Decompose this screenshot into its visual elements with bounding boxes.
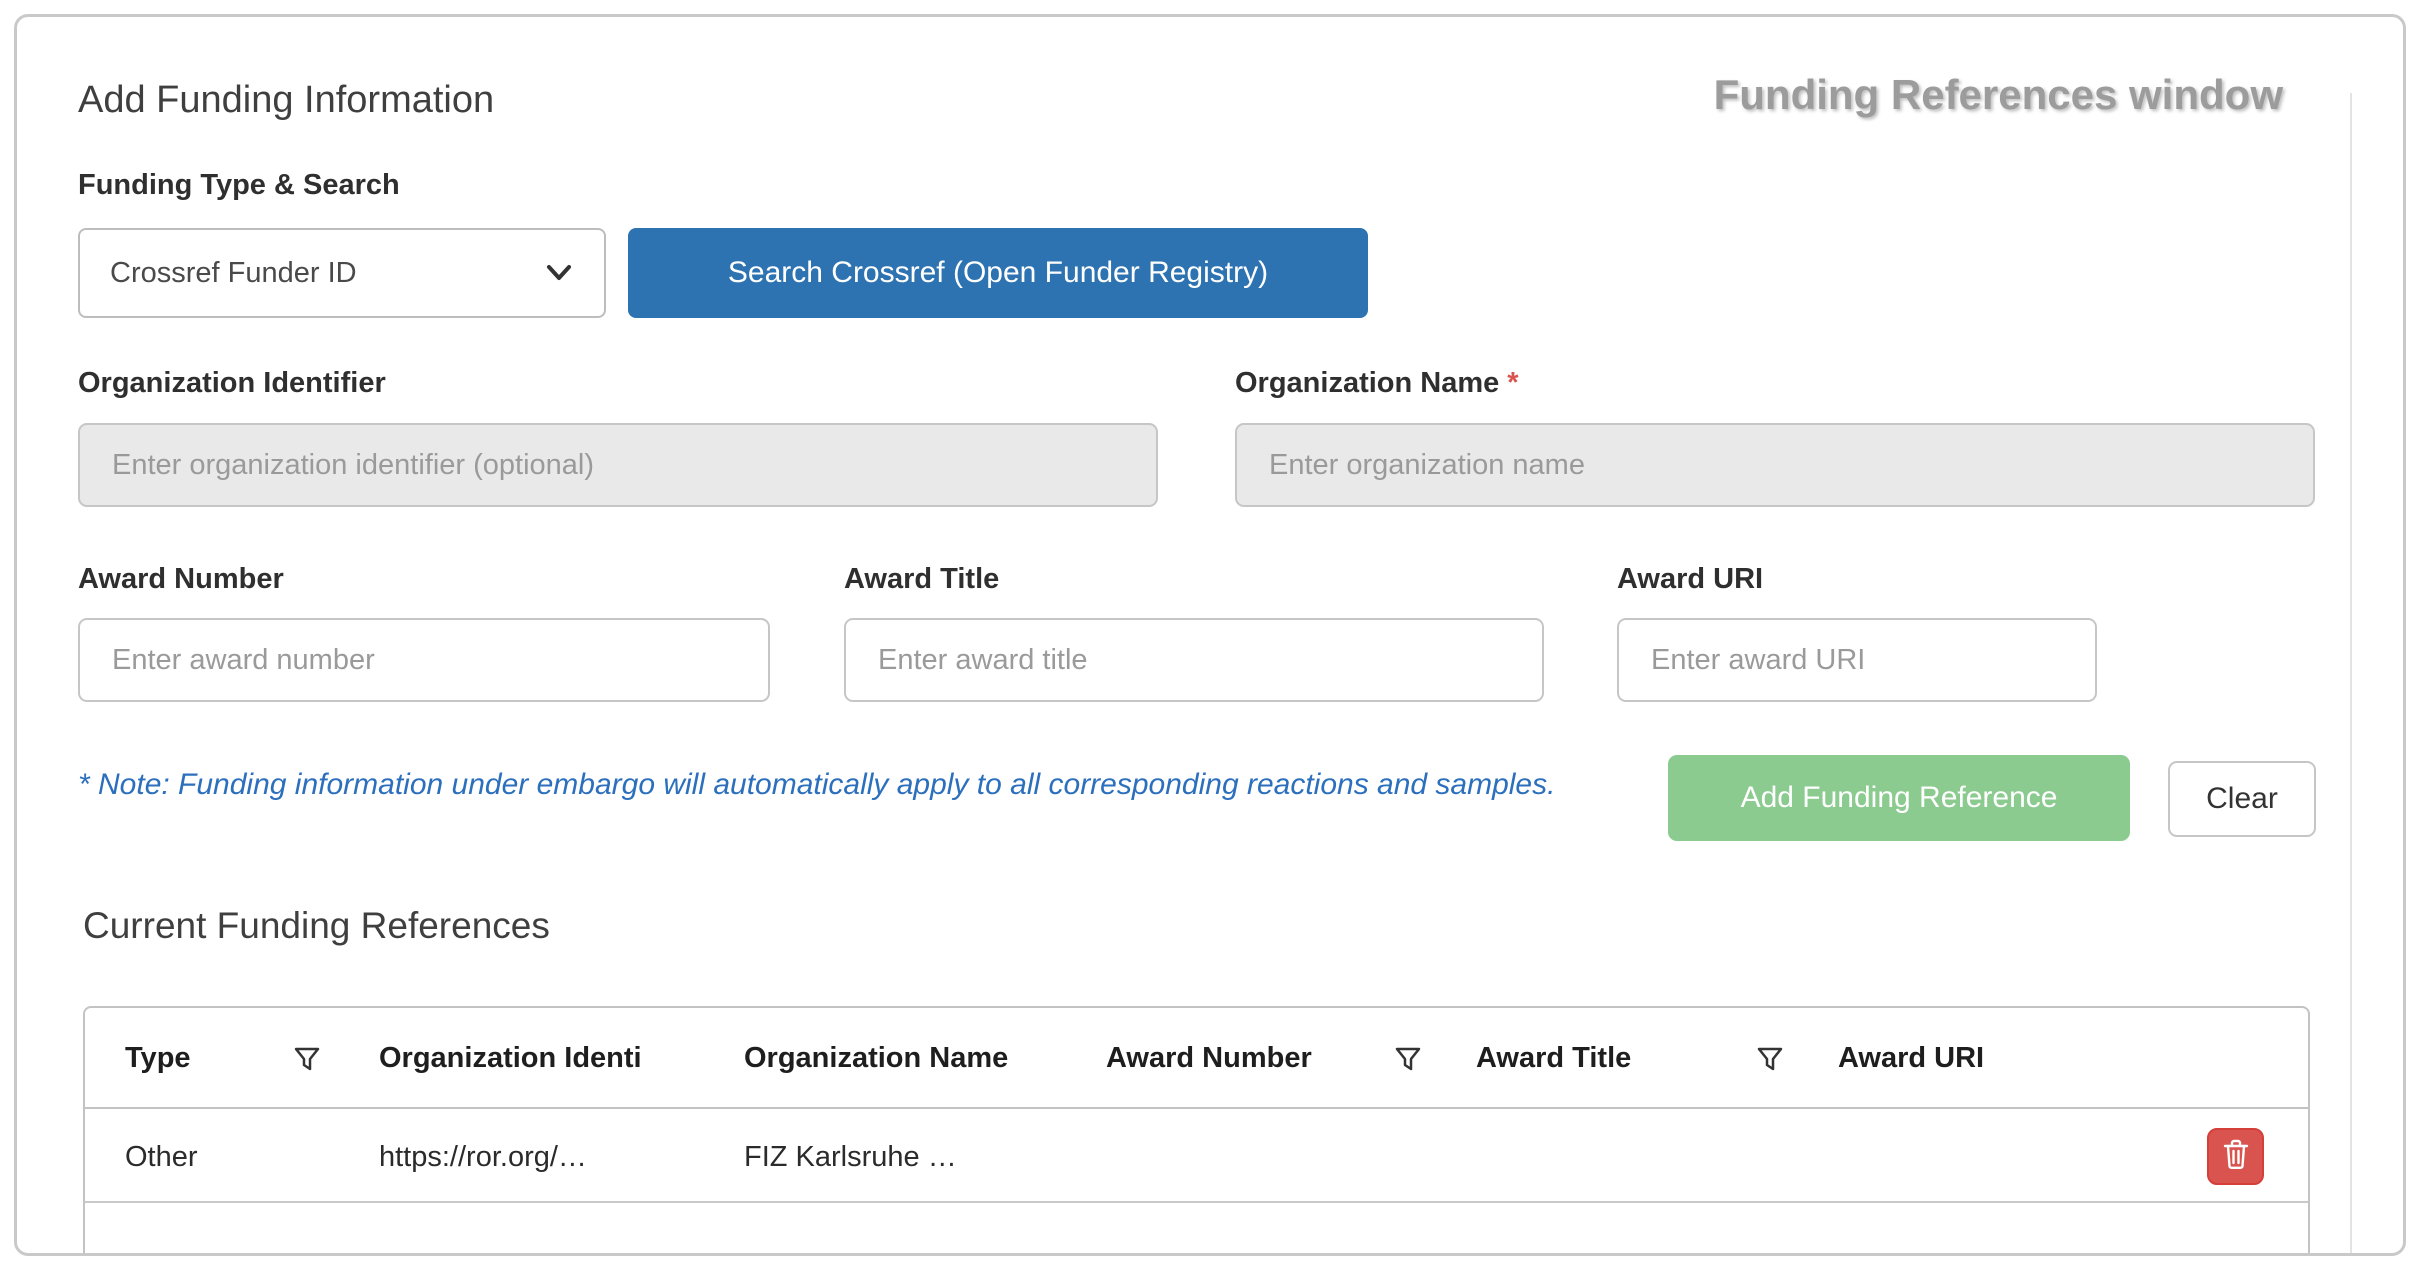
cell-type: Other [125,1111,198,1203]
embargo-note: * Note: Funding information under embarg… [78,759,1558,811]
award-title-input[interactable] [844,618,1544,702]
funding-type-select[interactable]: Crossref Funder ID [78,228,606,318]
window-annotation-label: Funding References window [1714,71,2283,119]
trash-icon [2220,1137,2252,1176]
funding-references-table: Type Organization Identi Organization Na… [83,1006,2310,1256]
column-header-award-title[interactable]: Award Title [1476,1008,1631,1109]
funding-type-search-label: Funding Type & Search [78,169,400,202]
filter-funnel-icon[interactable] [290,1042,324,1076]
page-title: Add Funding Information [78,79,494,122]
column-header-organization-name[interactable]: Organization Name [744,1008,1008,1109]
award-number-input[interactable] [78,618,770,702]
column-header-organization-identifier[interactable]: Organization Identi [379,1008,642,1109]
cell-organization-name: FIZ Karlsruhe … [744,1111,957,1203]
organization-name-label: Organization Name* [1235,367,1519,400]
award-uri-input[interactable] [1617,618,2097,702]
cell-organization-identifier: https://ror.org/… [379,1111,587,1203]
clear-button[interactable]: Clear [2168,761,2316,837]
organization-name-input[interactable] [1235,423,2315,507]
table-empty-row [85,1205,2308,1254]
filter-funnel-icon[interactable] [1391,1042,1425,1076]
required-asterisk: * [1507,367,1518,399]
column-header-type[interactable]: Type [125,1008,191,1109]
organization-name-label-text: Organization Name [1235,367,1499,399]
award-title-label: Award Title [844,563,999,596]
funding-type-selected-value: Crossref Funder ID [110,257,357,290]
table-row: Other https://ror.org/… FIZ Karlsruhe … [85,1111,2308,1203]
delete-row-button[interactable] [2207,1128,2264,1185]
organization-identifier-label: Organization Identifier [78,367,386,400]
organization-identifier-input[interactable] [78,423,1158,507]
search-crossref-button[interactable]: Search Crossref (Open Funder Registry) [628,228,1368,318]
award-number-label: Award Number [78,563,284,596]
chevron-down-icon [544,262,574,284]
add-funding-reference-button[interactable]: Add Funding Reference [1668,755,2130,841]
current-funding-references-title: Current Funding References [83,905,550,947]
right-panel-divider [2350,93,2352,1253]
award-uri-label: Award URI [1617,563,1763,596]
column-header-award-number[interactable]: Award Number [1106,1008,1312,1109]
table-header-row: Type Organization Identi Organization Na… [85,1008,2308,1109]
filter-funnel-icon[interactable] [1753,1042,1787,1076]
funding-references-window: Add Funding Information Funding Referenc… [14,14,2406,1256]
column-header-award-uri[interactable]: Award URI [1838,1008,1984,1109]
